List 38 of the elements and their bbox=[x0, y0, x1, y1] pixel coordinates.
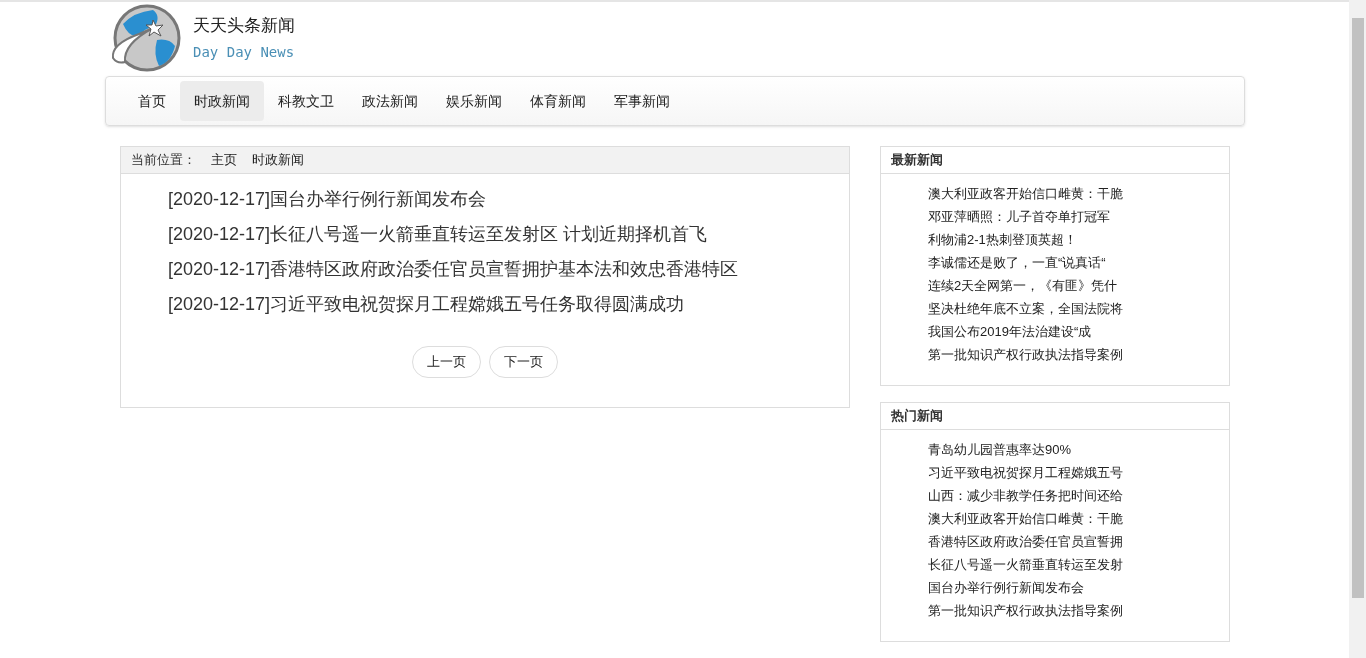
site-title: 天天头条新闻 bbox=[193, 14, 295, 37]
news-link[interactable]: 习近平致电祝贺探月工程嫦娥五号 bbox=[928, 461, 1123, 484]
panel-title: 最新新闻 bbox=[891, 151, 943, 170]
news-link[interactable]: 青岛幼儿园普惠率达90% bbox=[928, 438, 1072, 461]
nav-tab[interactable]: 科教文卫 bbox=[264, 81, 348, 121]
nav-tab[interactable]: 时政新闻 bbox=[180, 81, 264, 121]
breadcrumb-link[interactable]: 时政新闻 bbox=[252, 150, 304, 170]
nav-tab[interactable]: 政法新闻 bbox=[348, 81, 432, 121]
news-link[interactable]: [2020-12-17]长征八号遥一火箭垂直转运至发射区 计划近期择机首飞 bbox=[168, 221, 849, 247]
breadcrumb-link[interactable]: 主页 bbox=[211, 150, 237, 170]
news-link[interactable]: 山西：减少非教学任务把时间还给 bbox=[928, 484, 1123, 507]
news-link[interactable]: 长征八号遥一火箭垂直转运至发射 bbox=[928, 553, 1123, 576]
site-subtitle: Day Day News bbox=[193, 43, 295, 63]
nav-tab[interactable]: 首页 bbox=[124, 81, 180, 121]
news-link[interactable]: 我国公布2019年法治建设“成 bbox=[928, 320, 1092, 343]
news-link[interactable]: 邓亚萍晒照：儿子首夺单打冠军 bbox=[928, 205, 1110, 228]
news-link[interactable]: 澳大利亚政客开始信口雌黄：干脆 bbox=[928, 182, 1123, 205]
nav-tab[interactable]: 体育新闻 bbox=[516, 81, 600, 121]
scrollbar[interactable] bbox=[1349, 0, 1366, 658]
nav-tab[interactable]: 军事新闻 bbox=[600, 81, 684, 121]
globe-logo-icon bbox=[109, 4, 181, 72]
panel-title: 热门新闻 bbox=[891, 407, 943, 426]
news-link[interactable]: [2020-12-17]习近平致电祝贺探月工程嫦娥五号任务取得圆满成功 bbox=[168, 291, 849, 317]
news-link[interactable]: 第一批知识产权行政执法指导案例 bbox=[928, 343, 1123, 366]
news-link[interactable]: [2020-12-17]国台办举行例行新闻发布会 bbox=[168, 186, 849, 212]
page-button[interactable]: 下一页 bbox=[489, 346, 558, 378]
breadcrumb-label: 当前位置： bbox=[131, 151, 196, 170]
news-link[interactable]: 澳大利亚政客开始信口雌黄：干脆 bbox=[928, 507, 1123, 530]
news-link[interactable]: 第一批知识产权行政执法指导案例 bbox=[928, 599, 1123, 622]
page-button[interactable]: 上一页 bbox=[412, 346, 481, 378]
news-link[interactable]: [2020-12-17]香港特区政府政治委任官员宣誓拥护基本法和效忠香港特区 bbox=[168, 256, 849, 282]
news-link[interactable]: 连续2天全网第一，《有匪》凭什 bbox=[928, 274, 1118, 297]
news-link[interactable]: 李诚儒还是败了，一直“说真话“ bbox=[928, 251, 1106, 274]
nav-tab[interactable]: 娱乐新闻 bbox=[432, 81, 516, 121]
news-link[interactable]: 香港特区政府政治委任官员宣誓拥 bbox=[928, 530, 1123, 553]
news-link[interactable]: 利物浦2-1热刺登顶英超！ bbox=[928, 228, 1077, 251]
news-link[interactable]: 国台办举行例行新闻发布会 bbox=[928, 576, 1084, 599]
news-link[interactable]: 坚决杜绝年底不立案，全国法院将 bbox=[928, 297, 1123, 320]
